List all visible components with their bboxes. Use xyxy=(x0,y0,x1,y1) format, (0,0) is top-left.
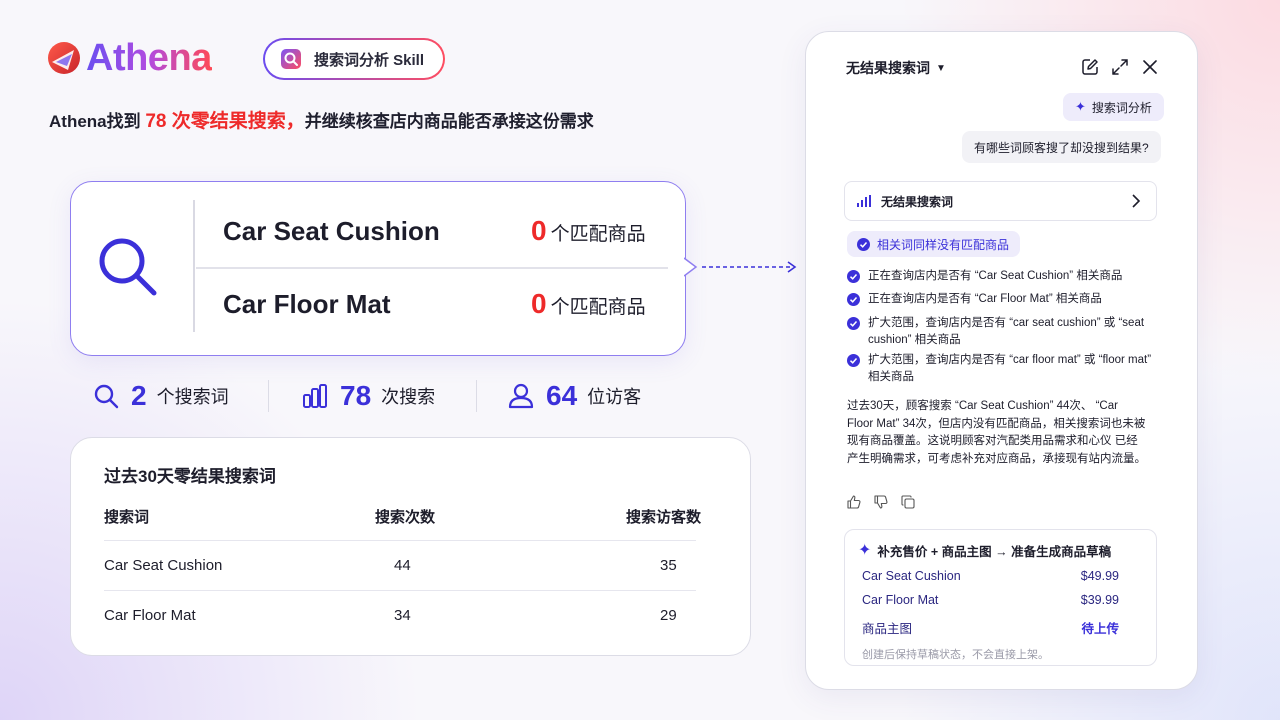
progress-step: 扩大范围，查询店内是否有 “car seat cushion” 或 “seat … xyxy=(847,315,1157,349)
copy-icon[interactable] xyxy=(901,495,915,509)
draft-item-label: Car Floor Mat xyxy=(862,593,939,607)
search-icon xyxy=(94,384,119,409)
search-doc-icon xyxy=(281,49,301,69)
bar-chart-icon xyxy=(303,384,327,408)
thumb-up-icon[interactable] xyxy=(847,495,861,509)
search-keyword-card xyxy=(70,181,686,356)
athena-logo-icon xyxy=(48,42,80,74)
column-header: 搜索访客数 xyxy=(626,509,702,526)
divider xyxy=(476,380,477,412)
stat-searches: 78 次搜索 xyxy=(302,378,435,414)
divider xyxy=(193,200,195,332)
table-cell-searches: 44 xyxy=(394,557,411,574)
user-message: 有哪些词顾客搜了却没搜到结果? xyxy=(962,131,1161,163)
brand-name: Athena xyxy=(86,37,212,79)
draft-item-label: 商品主图 xyxy=(862,622,913,636)
draft-note: 创建后保持草稿状态，不会直接上架。 xyxy=(862,649,1049,661)
match-count: 0 个匹配商品 xyxy=(531,288,646,319)
user-icon xyxy=(508,383,534,409)
divider xyxy=(268,380,269,412)
chevron-right-icon xyxy=(1132,194,1141,208)
skill-chip[interactable]: ✦ 搜索词分析 xyxy=(1063,93,1164,121)
skill-pill-label: 搜索词分析 Skill xyxy=(314,51,425,69)
sparkle-icon: ✦ xyxy=(858,542,872,559)
assistant-summary: 过去30天，顾客搜索 “Car Seat Cushion” 44次、 “Car … xyxy=(847,400,1146,465)
draft-item-price[interactable]: $39.99 xyxy=(1081,593,1119,607)
close-icon[interactable] xyxy=(1141,58,1159,76)
result-card-link[interactable]: 无结果搜索词 xyxy=(844,181,1157,221)
upload-image-link[interactable]: 待上传 xyxy=(1081,618,1119,637)
stat-keywords: 2 个搜索词 xyxy=(93,378,229,414)
column-header: 搜索词 xyxy=(104,509,150,526)
callout-tail xyxy=(684,257,698,277)
headline: Athena找到 78 次零结果搜索，并继续核查店内商品能否承接这份需求 xyxy=(49,111,594,132)
skill-pill-button[interactable]: 搜索词分析 Skill xyxy=(263,38,445,80)
progress-step: 正在查询店内是否有 “Car Seat Cushion” 相关商品 xyxy=(847,268,1157,285)
draft-item-price[interactable]: $49.99 xyxy=(1081,569,1119,583)
table-cell-visitors: 29 xyxy=(660,607,677,624)
progress-step: 正在查询店内是否有 “Car Floor Mat” 相关商品 xyxy=(847,291,1157,308)
check-circle-icon xyxy=(857,237,870,251)
table-title: 过去30天零结果搜索词 xyxy=(104,467,276,486)
thumb-down-icon[interactable] xyxy=(874,495,888,509)
edit-icon[interactable] xyxy=(1081,58,1099,76)
dashed-arrow-icon xyxy=(702,261,797,273)
table-cell-searches: 34 xyxy=(394,607,411,624)
check-circle-icon xyxy=(847,354,860,367)
row-divider xyxy=(104,590,696,591)
draft-item-label: Car Seat Cushion xyxy=(862,569,961,583)
row-divider xyxy=(104,540,696,541)
table-cell-keyword: Car Seat Cushion xyxy=(104,557,223,574)
check-circle-icon xyxy=(847,317,860,330)
keyword-term: Car Seat Cushion xyxy=(223,216,440,246)
keyword-term: Car Floor Mat xyxy=(223,289,391,319)
check-circle-icon xyxy=(847,293,860,306)
table-cell-visitors: 35 xyxy=(660,557,677,574)
stat-visitors: 64 位访客 xyxy=(508,378,641,414)
status-badge: 相关词同样没有匹配商品 xyxy=(847,231,1021,257)
search-icon xyxy=(99,238,157,296)
caret-down-icon: ▼ xyxy=(936,62,946,74)
divider xyxy=(196,267,668,269)
action-title: ✦ 补充售价 + 商品主图 → 准备生成商品草稿 xyxy=(858,542,1112,559)
column-header: 搜索次数 xyxy=(375,509,436,526)
table-cell-keyword: Car Floor Mat xyxy=(104,607,196,624)
signal-bars-icon xyxy=(857,195,871,207)
panel-title-dropdown[interactable]: 无结果搜索词 ▼ xyxy=(846,58,946,78)
headline-highlight: 78 次零结果搜索， xyxy=(145,111,305,132)
expand-icon[interactable] xyxy=(1111,58,1129,76)
progress-step: 扩大范围，查询店内是否有 “car floor mat” 或 “floor ma… xyxy=(847,352,1157,386)
check-circle-icon xyxy=(847,270,860,283)
match-count: 0 个匹配商品 xyxy=(531,215,646,246)
brand-logo: Athena xyxy=(46,38,212,78)
sparkle-icon: ✦ xyxy=(1075,99,1086,114)
